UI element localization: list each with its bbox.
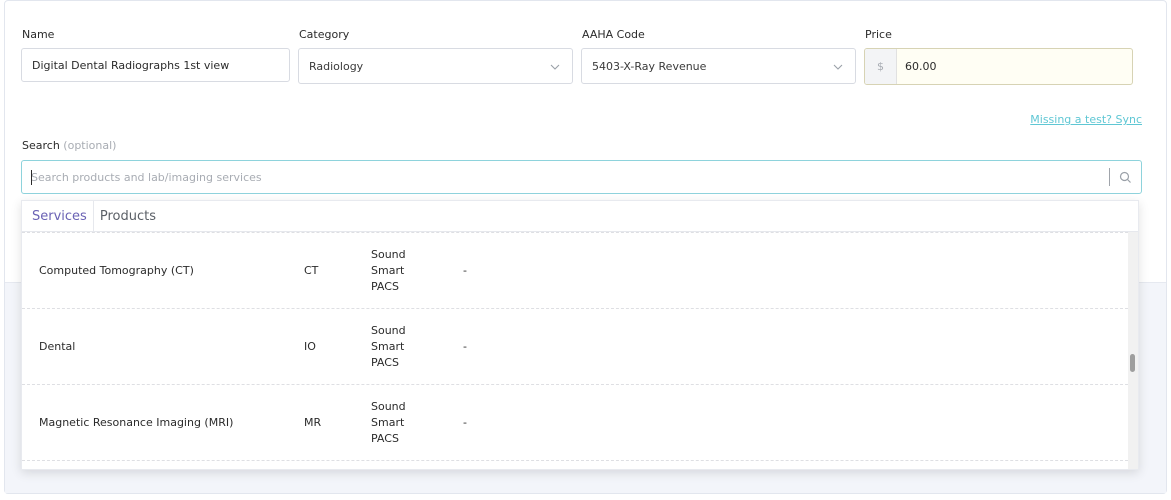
list-item[interactable]: Computed Tomography (CT) CT Sound Smart … (22, 233, 1138, 309)
currency-prefix: $ (865, 49, 897, 84)
vendor-line: Sound (371, 399, 406, 413)
chevron-down-icon (833, 64, 843, 70)
category-label: Category (299, 28, 350, 41)
search-input[interactable] (22, 161, 1109, 193)
service-name: Dental (39, 340, 76, 353)
aaha-code-select[interactable]: 5403-X-Ray Revenue (581, 48, 856, 84)
vendor-line: PACS (371, 355, 399, 369)
category-select[interactable]: Radiology (298, 48, 573, 84)
missing-test-sync-link[interactable]: Missing a test? Sync (1030, 113, 1142, 126)
service-code: CT (304, 264, 319, 277)
search-label-text: Search (22, 139, 60, 152)
scrollbar-thumb[interactable] (1130, 354, 1135, 372)
row-divider (22, 232, 1138, 233)
tab-products[interactable]: Products (94, 201, 162, 232)
price-value: 60.00 (905, 60, 937, 73)
aaha-code-value: 5403-X-Ray Revenue (592, 59, 707, 73)
vendor-line: Smart (371, 263, 405, 277)
vendor-line: Smart (371, 415, 405, 429)
category-value: Radiology (309, 59, 364, 73)
service-code: MR (304, 416, 322, 429)
name-label: Name (22, 28, 55, 41)
vendor-line: Smart (371, 339, 405, 353)
service-extra: - (463, 264, 467, 277)
vendor-line: Sound (371, 323, 406, 337)
results-scrollbar[interactable] (1128, 232, 1138, 469)
price-input[interactable]: $ 60.00 (864, 48, 1133, 85)
name-input[interactable]: Digital Dental Radiographs 1st view (21, 48, 290, 82)
service-extra: - (463, 416, 467, 429)
search-icon (1119, 171, 1131, 183)
search-optional-hint: (optional) (63, 139, 117, 152)
service-vendor: Sound Smart PACS (371, 247, 463, 295)
name-value: Digital Dental Radiographs 1st view (32, 58, 230, 72)
list-item[interactable]: Dental IO Sound Smart PACS - (22, 309, 1138, 385)
results-list: Computed Tomography (CT) CT Sound Smart … (22, 232, 1138, 469)
service-name: Magnetic Resonance Imaging (MRI) (39, 416, 234, 429)
search-box[interactable] (21, 160, 1142, 194)
search-label: Search (optional) (22, 139, 116, 152)
text-caret (31, 170, 32, 185)
vendor-line: Sound (371, 247, 406, 261)
aaha-code-label: AAHA Code (582, 28, 645, 41)
vendor-line: PACS (371, 279, 399, 293)
service-vendor: Sound Smart PACS (371, 399, 463, 447)
service-name: Computed Tomography (CT) (39, 264, 194, 277)
search-results-dropdown: Services Products Computed Tomography (C… (21, 200, 1139, 470)
vendor-line: PACS (371, 431, 399, 445)
service-extra: - (463, 340, 467, 353)
results-tabs: Services Products (22, 201, 1138, 232)
search-button[interactable] (1110, 161, 1141, 193)
service-code: IO (304, 340, 316, 353)
list-item[interactable]: Magnetic Resonance Imaging (MRI) MR Soun… (22, 385, 1138, 461)
service-vendor: Sound Smart PACS (371, 323, 463, 371)
tab-services[interactable]: Services (22, 201, 94, 232)
price-label: Price (865, 28, 892, 41)
chevron-down-icon (550, 64, 560, 70)
